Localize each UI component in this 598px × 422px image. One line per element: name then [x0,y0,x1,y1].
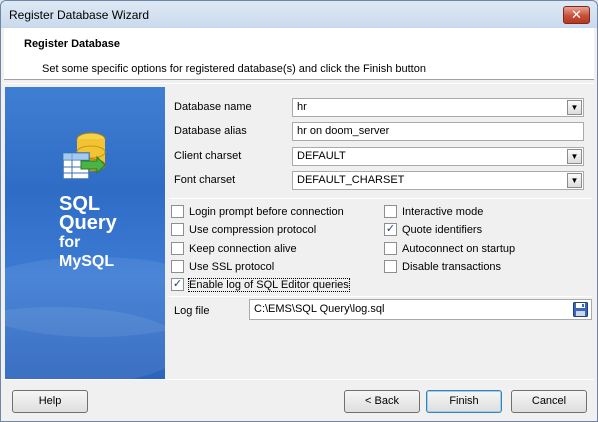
product-name: SQL Query for MySQL [59,193,117,270]
database-name-value: hr [297,101,307,113]
page-subtitle: Set some specific options for registered… [42,63,426,75]
option-login-prompt[interactable]: Login prompt before connection [171,204,344,219]
checkbox[interactable] [171,205,184,218]
database-alias-value: hr on doom_server [297,125,390,137]
option-compression[interactable]: Use compression protocol [171,222,316,237]
option-disable-transactions[interactable]: Disable transactions [384,259,501,274]
checkbox-checked[interactable]: ✓ [384,223,397,236]
separator [169,198,592,199]
chevron-down-icon[interactable]: ▼ [567,149,582,164]
checkbox-checked[interactable]: ✓ [171,278,184,291]
option-autoconnect[interactable]: Autoconnect on startup [384,241,515,256]
help-button[interactable]: Help [12,390,88,413]
close-icon: ✕ [571,7,582,22]
client-charset-label: Client charset [174,150,242,162]
chevron-down-icon[interactable]: ▼ [567,173,582,188]
finish-button[interactable]: Finish [426,390,502,413]
option-keep-alive[interactable]: Keep connection alive [171,241,297,256]
title-bar[interactable]: Register Database Wizard ✕ [1,1,597,28]
log-file-input[interactable]: C:\EMS\SQL Query\log.sql [249,299,592,320]
log-file-value: C:\EMS\SQL Query\log.sql [254,303,385,315]
client-charset-value: DEFAULT [297,150,346,162]
font-charset-combo[interactable]: DEFAULT_CHARSET ▼ [292,171,584,190]
checkbox[interactable] [171,242,184,255]
footer-separator [4,379,594,380]
option-quote-identifiers[interactable]: ✓ Quote identifiers [384,222,482,237]
database-name-label: Database name [174,101,252,113]
font-charset-value: DEFAULT_CHARSET [297,174,405,186]
option-ssl[interactable]: Use SSL protocol [171,259,274,274]
option-enable-log[interactable]: ✓ Enable log of SQL Editor queries [171,277,350,292]
font-charset-label: Font charset [174,174,236,186]
chevron-down-icon[interactable]: ▼ [567,100,582,115]
checkbox[interactable] [384,242,397,255]
database-name-combo[interactable]: hr ▼ [292,98,584,117]
checkbox[interactable] [384,260,397,273]
database-alias-input[interactable]: hr on doom_server [292,122,584,141]
close-button[interactable]: ✕ [563,6,590,24]
page-title: Register Database [24,38,120,50]
separator [169,296,592,297]
product-banner: SQL Query for MySQL [5,87,165,379]
header-panel: Register Database Set some specific opti… [4,28,594,80]
checkbox[interactable] [384,205,397,218]
option-interactive-mode[interactable]: Interactive mode [384,204,483,219]
client-charset-combo[interactable]: DEFAULT ▼ [292,147,584,166]
log-file-label: Log file [174,305,210,317]
cancel-button[interactable]: Cancel [511,390,587,413]
floppy-disk-icon[interactable] [573,302,588,317]
checkbox[interactable] [171,260,184,273]
back-button[interactable]: < Back [344,390,420,413]
wizard-window: Register Database Wizard ✕ Register Data… [0,0,598,422]
options-form: Database name hr ▼ Database alias hr on … [167,87,594,379]
database-alias-label: Database alias [174,125,247,137]
database-table-icon [62,132,106,180]
wizard-body: SQL Query for MySQL Database name hr ▼ D… [4,83,594,379]
checkbox[interactable] [171,223,184,236]
window-title: Register Database Wizard [9,8,150,22]
